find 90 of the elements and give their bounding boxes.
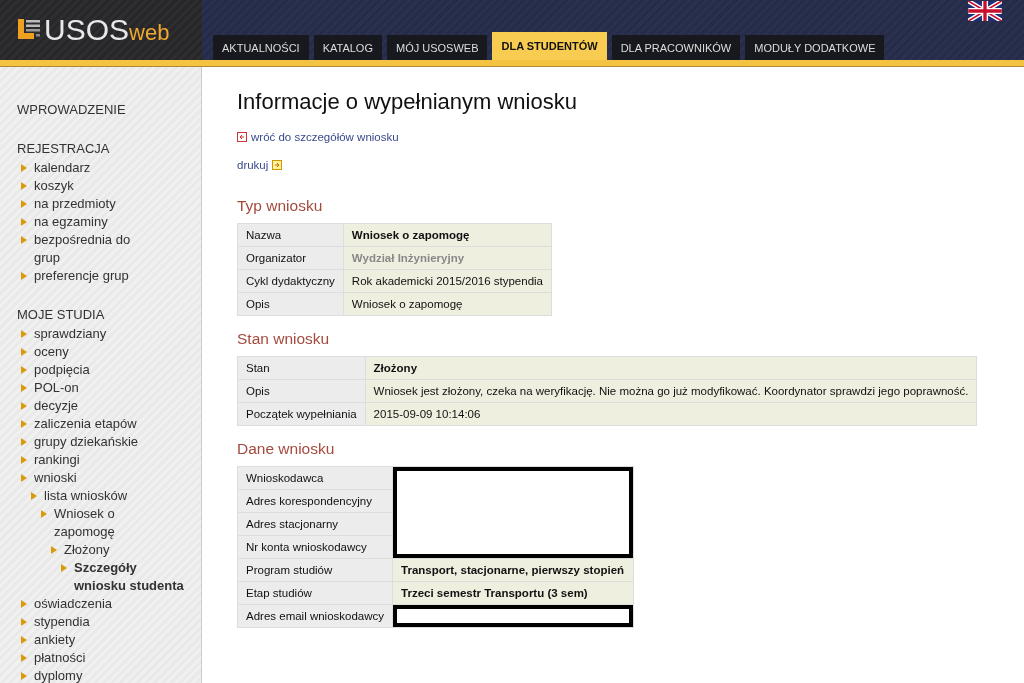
sidebar-link[interactable]: zaliczenia etapów (34, 415, 137, 433)
sidebar-heading[interactable]: MOJE STUDIA (17, 306, 201, 324)
sidebar-link[interactable]: ankiety (34, 631, 76, 649)
sidebar-link[interactable]: sprawdziany (34, 325, 107, 343)
sidebar-link[interactable]: podpięcia (34, 361, 90, 379)
section-heading: Stan wniosku (237, 330, 331, 348)
bullet-arrow-icon (21, 218, 27, 226)
uk-flag-icon[interactable] (968, 1, 1002, 21)
field-value: Złożony (365, 357, 977, 379)
field-label: Adres email wnioskodawcy (238, 605, 393, 627)
logo-text: USOS (44, 13, 130, 47)
field-label: Program studiów (238, 559, 393, 581)
nav-tab[interactable]: MÓJ USOSWEB (386, 35, 488, 60)
field-label: Opis (238, 380, 365, 402)
field-label: Nr konta wnioskodawcy (238, 536, 393, 558)
logo-suffix: web (129, 20, 170, 46)
bullet-arrow-icon (61, 564, 67, 572)
sidebar-heading[interactable]: WPROWADZENIE (17, 101, 201, 119)
bullet-arrow-icon (31, 492, 37, 500)
page-title: Informacje o wypełnianym wniosku (237, 89, 578, 115)
sidebar-link[interactable]: lista wniosków (44, 487, 128, 505)
bullet-arrow-icon (21, 600, 27, 608)
sidebar-link[interactable]: rankingi (34, 451, 80, 469)
bullet-arrow-icon (21, 182, 27, 190)
nav-tab[interactable]: KATALOG (313, 35, 382, 60)
field-label: Opis (238, 293, 343, 315)
sidebar-link[interactable]: na egzaminy (34, 213, 108, 231)
bullet-arrow-icon (21, 366, 27, 374)
bullet-arrow-icon (21, 438, 27, 446)
bullet-arrow-icon (21, 636, 27, 644)
sidebar-link[interactable]: kalendarz (34, 159, 91, 177)
field-label: Cykl dydaktyczny (238, 270, 343, 292)
sidebar-link[interactable]: na przedmioty (34, 195, 116, 213)
bullet-arrow-icon (21, 272, 27, 280)
sidebar-link[interactable]: stypendia (34, 613, 90, 631)
field-value: Rok akademicki 2015/2016 stypendia (343, 270, 551, 292)
bullet-arrow-icon (21, 164, 27, 172)
bullet-arrow-icon (21, 618, 27, 626)
field-label: Nazwa (238, 224, 343, 246)
nav-tab[interactable]: MODUŁY DODATKOWE (745, 35, 885, 60)
sidebar-heading[interactable]: REJESTRACJA (17, 140, 201, 158)
sidebar-link[interactable]: POL-on (34, 379, 79, 397)
bullet-arrow-icon (41, 510, 47, 518)
field-value: Wydział Inżynieryjny (343, 247, 551, 269)
field-value: Wniosek jest złożony, czeka na weryfikację. Nie można go już modyfikować. Koordynator sprawdzi jego poprawność. (365, 380, 977, 402)
print-link[interactable]: drukuj (237, 159, 269, 171)
bullet-arrow-icon (21, 474, 27, 482)
section-heading: Typ wniosku (237, 197, 324, 215)
sidebar-link[interactable]: Szczegóły wniosku studenta (74, 559, 192, 595)
sidebar-link[interactable]: decyzje (34, 397, 79, 415)
nav-tab[interactable]: AKTUALNOŚCI (213, 35, 309, 60)
nav-tab[interactable]: DLA PRACOWNIKÓW (611, 35, 741, 60)
bullet-arrow-icon (21, 200, 27, 208)
bullet-arrow-icon (21, 456, 27, 464)
sidebar-link[interactable]: oświadczenia (34, 595, 113, 613)
back-arrow-icon (237, 132, 247, 142)
bullet-arrow-icon (51, 546, 57, 554)
field-value: Wniosek o zapomogę (343, 224, 551, 246)
bullet-arrow-icon (21, 402, 27, 410)
sidebar-link[interactable]: Złożony (64, 541, 110, 559)
sidebar-link[interactable]: płatności (34, 649, 86, 667)
bullet-arrow-icon (21, 330, 27, 338)
field-label: Początek wypełniania (238, 403, 365, 425)
sidebar-link[interactable]: Wniosek o zapomogę (54, 505, 172, 541)
sidebar-link[interactable]: preferencje grup (34, 267, 129, 285)
field-label: Adres stacjonarny (238, 513, 393, 535)
field-label: Wnioskodawca (238, 467, 393, 489)
bullet-arrow-icon (21, 654, 27, 662)
field-label: Organizator (238, 247, 343, 269)
field-value: Transport, stacjonarne, pierwszy stopień (393, 559, 634, 581)
field-value: Trzeci semestr Transportu (3 sem) (393, 582, 634, 604)
bullet-arrow-icon (21, 384, 27, 392)
field-label: Etap studiów (238, 582, 393, 604)
field-label: Adres korespondencyjny (238, 490, 393, 512)
forward-arrow-icon (272, 160, 283, 170)
sidebar-link[interactable]: koszyk (34, 177, 74, 195)
sidebar-link[interactable]: dyplomy (34, 667, 83, 683)
field-value: Wniosek o zapomogę (343, 293, 551, 315)
sidebar-link[interactable]: grupy dziekańskie (34, 433, 139, 451)
bullet-arrow-icon (21, 348, 27, 356)
sidebar-link[interactable]: wnioski (34, 469, 77, 487)
sidebar-link[interactable]: oceny (34, 343, 69, 361)
back-link[interactable]: wróć do szczegółów wniosku (251, 131, 399, 143)
field-label: Stan (238, 357, 365, 379)
bullet-arrow-icon (21, 420, 27, 428)
section-heading: Dane wniosku (237, 440, 336, 458)
bullet-arrow-icon (21, 236, 27, 244)
field-value: 2015-09-09 10:14:06 (365, 403, 977, 425)
nav-tab[interactable]: DLA STUDENTÓW (492, 32, 607, 60)
bullet-arrow-icon (21, 672, 27, 680)
